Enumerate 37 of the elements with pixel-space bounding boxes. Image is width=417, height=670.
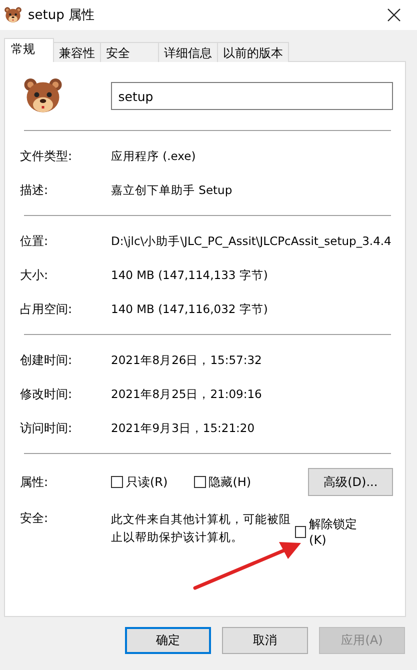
- field-value: 2021年8月26日，15:57:32: [111, 352, 262, 368]
- field-value: 140 MB (147,114,133 字节): [111, 268, 268, 282]
- window-title: setup 属性: [28, 7, 96, 24]
- file-name-field[interactable]: setup: [111, 82, 393, 110]
- dialog-button[interactable]: 取消: [222, 627, 308, 654]
- checkbox[interactable]: [295, 526, 306, 538]
- checkbox-label[interactable]: 只读(R): [126, 474, 168, 490]
- close-icon[interactable]: [387, 8, 401, 22]
- field-label: 大小:: [20, 266, 50, 284]
- field-value: D:\jlc\小助手\JLC_PC_Assit\JLCPcAssit_setup_3.4.4: [111, 234, 392, 248]
- dialog-button[interactable]: 确定: [125, 627, 211, 654]
- field-label: 位置:: [20, 232, 50, 250]
- security-message: 此文件来自其他计算机，可能被阻止以帮助保护该计算机。: [111, 511, 292, 546]
- field-value: 应用程序 (.exe): [111, 148, 196, 164]
- field-label: 属性:: [20, 474, 50, 490]
- field-label: 占用空间:: [20, 300, 74, 318]
- field-label: 访问时间:: [20, 420, 74, 436]
- tab[interactable]: 安全: [100, 42, 159, 62]
- field-value: 嘉立创下单助手 Setup: [111, 182, 232, 198]
- checkbox-label[interactable]: 解除锁定(K): [309, 516, 367, 547]
- checkbox-label[interactable]: 隐藏(H): [208, 474, 252, 490]
- checkbox[interactable]: [111, 476, 123, 488]
- field-label: 安全:: [20, 510, 50, 527]
- field-label: 创建时间:: [20, 352, 74, 368]
- tab[interactable]: 兼容性: [53, 42, 101, 62]
- field-label: 描述:: [20, 182, 50, 198]
- checkbox[interactable]: [194, 476, 206, 488]
- field-label: 文件类型:: [20, 148, 74, 164]
- tab[interactable]: 以前的版本: [217, 42, 289, 62]
- field-value: 140 MB (147,116,032 字节): [111, 302, 268, 316]
- tab[interactable]: 详细信息: [158, 42, 218, 62]
- bear-icon: [4, 6, 22, 24]
- field-label: 修改时间:: [20, 386, 74, 402]
- tab[interactable]: 常规: [4, 38, 54, 62]
- advanced-button[interactable]: 高级(D)...: [308, 468, 393, 496]
- field-value: 2021年8月25日，21:09:16: [111, 386, 262, 402]
- field-value: 2021年9月3日，15:21:20: [111, 420, 255, 436]
